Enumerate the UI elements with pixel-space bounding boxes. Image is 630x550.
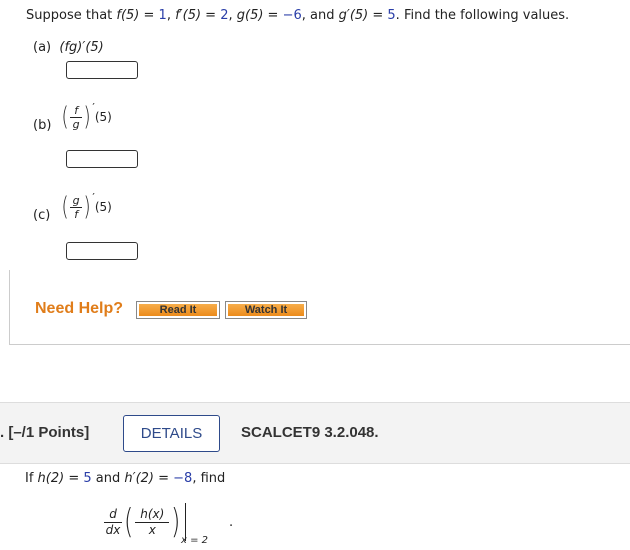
- divider-bottom: [0, 463, 630, 464]
- part-a-label: (a) (fg)′(5): [33, 40, 104, 55]
- period: .: [229, 515, 234, 530]
- evaluation-point: x = 2: [181, 535, 209, 546]
- part-b-label: (b): [33, 118, 52, 133]
- question2-statement: If h(2) = 5 and h′(2) = −8, find: [25, 471, 226, 486]
- read-it-button[interactable]: Read It: [136, 301, 220, 319]
- answer-input-a[interactable]: [66, 61, 138, 79]
- part-b-expression: ( fg ) ′ (5): [61, 100, 112, 132]
- problem-code: SCALCET9 3.2.048.: [241, 424, 379, 441]
- points-label: . [–/1 Points]: [0, 424, 90, 441]
- answer-input-b[interactable]: [66, 150, 138, 168]
- watch-it-button[interactable]: Watch It: [225, 301, 307, 319]
- question-statement: Suppose that f(5) = 1, f′(5) = 2, g(5) =…: [26, 8, 570, 23]
- answer-input-c[interactable]: [66, 242, 138, 260]
- part-c-expression: ( gf ) ′ (5): [61, 190, 112, 222]
- details-button[interactable]: DETAILS: [123, 415, 220, 452]
- derivative-expression: d dx ( h(x) x ): [104, 503, 186, 541]
- question-panel-left-border: [9, 270, 10, 345]
- part-c-label: (c): [33, 208, 51, 223]
- need-help-label: Need Help?: [35, 300, 124, 317]
- question-panel-bottom-border: [9, 344, 630, 345]
